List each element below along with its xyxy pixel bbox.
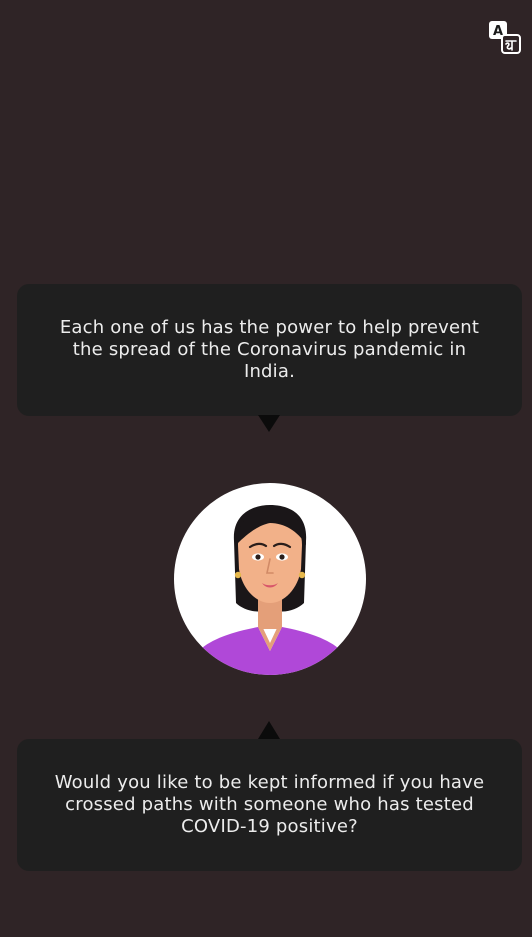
language-toggle-button[interactable]: A — [488, 20, 522, 54]
translate-icon: A — [489, 21, 521, 54]
message-intro-text: Each one of us has the power to help pre… — [59, 317, 480, 382]
assistant-avatar — [174, 483, 366, 675]
assistant-avatar-icon — [174, 483, 366, 675]
bubble-pointer-up — [258, 721, 280, 739]
bubble-pointer-down — [258, 415, 280, 432]
message-bubble-intro: Each one of us has the power to help pre… — [17, 284, 522, 416]
message-bubble-question: Would you like to be kept informed if yo… — [17, 739, 522, 871]
message-question-text: Would you like to be kept informed if yo… — [54, 772, 485, 837]
